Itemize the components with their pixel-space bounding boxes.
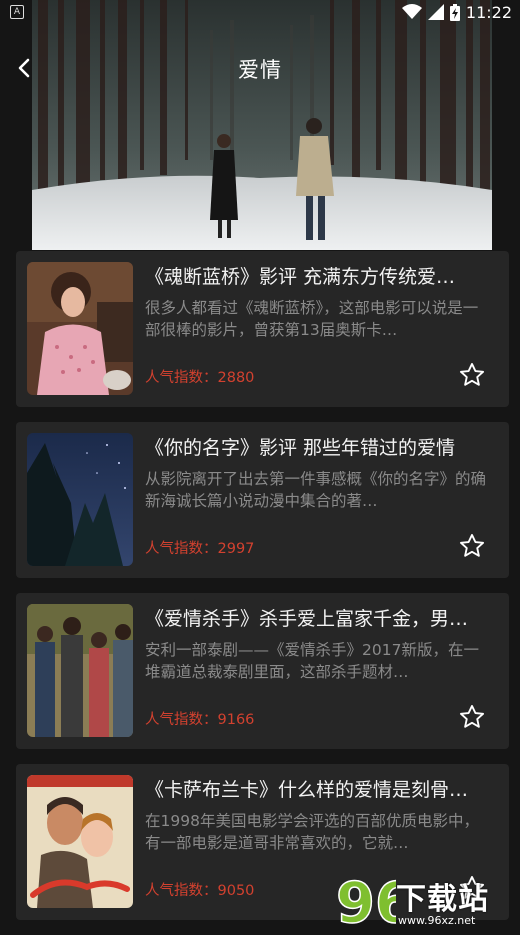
page-title: 爱情	[238, 58, 282, 82]
star-icon	[459, 362, 485, 386]
popularity-index: 人气指数：9166	[145, 712, 255, 728]
watermark-number: 96	[336, 871, 396, 934]
article-title: 《你的名字》影评 那些年错过的爱情	[145, 437, 456, 459]
article-description: 安利一部泰剧——《爱情杀手》2017新版，在一堆霸道总裁泰剧里面，这部杀手题材…	[145, 641, 479, 681]
favorite-button[interactable]	[458, 532, 486, 560]
favorite-button[interactable]	[458, 361, 486, 389]
article-thumbnail	[27, 604, 133, 737]
watermark-logo: 96 下载站 www.96xz.net	[334, 868, 520, 934]
signal-icon	[427, 4, 444, 20]
clock: 11:22	[465, 2, 512, 22]
article-title: 《爱情杀手》杀手爱上富家千金，男…	[145, 608, 469, 630]
article-description: 很多人都看过《魂断蓝桥》，这部电影可以说是一部很棒的影片，曾获第13届奥斯卡…	[145, 299, 479, 339]
watermark-url: www.96xz.net	[398, 914, 476, 927]
article-thumbnail	[27, 433, 133, 566]
article-card[interactable]: 《魂断蓝桥》影评 充满东方传统爱… 很多人都看过《魂断蓝桥》，这部电影可以说是一…	[16, 251, 509, 407]
article-list: 《魂断蓝桥》影评 充满东方传统爱… 很多人都看过《魂断蓝桥》，这部电影可以说是一…	[16, 251, 509, 935]
hero-banner-image	[0, 0, 520, 250]
popularity-index: 人气指数：9050	[145, 883, 255, 899]
watermark-text: 下载站	[396, 882, 489, 917]
favorite-button[interactable]	[458, 703, 486, 731]
article-card[interactable]: 《你的名字》影评 那些年错过的爱情 从影院离开了出去第一件事感概《你的名字》的确…	[16, 422, 509, 578]
notification-a-icon: A	[10, 5, 24, 19]
star-icon	[459, 704, 485, 728]
status-bar: A 11:22	[0, 0, 520, 24]
popularity-index: 人气指数：2997	[145, 541, 255, 557]
star-icon	[459, 533, 485, 557]
article-title: 《魂断蓝桥》影评 充满东方传统爱…	[145, 266, 456, 288]
watermark-96-icon: 96	[335, 870, 396, 934]
article-thumbnail	[27, 262, 133, 395]
article-card[interactable]: 《爱情杀手》杀手爱上富家千金，男… 安利一部泰剧——《爱情杀手》2017新版，在…	[16, 593, 509, 749]
article-description: 在1998年美国电影学会评选的百部优质电影中，有一部电影是道哥非常喜欢的，它就…	[145, 812, 479, 852]
article-title: 《卡萨布兰卡》什么样的爱情是刻骨…	[145, 779, 469, 801]
article-thumbnail	[27, 775, 133, 908]
battery-charging-icon	[449, 3, 460, 21]
article-description: 从影院离开了出去第一件事感概《你的名字》的确新海诚长篇小说动漫中集合的著…	[145, 470, 487, 510]
wifi-icon	[401, 4, 422, 19]
popularity-index: 人气指数：2880	[145, 370, 255, 386]
